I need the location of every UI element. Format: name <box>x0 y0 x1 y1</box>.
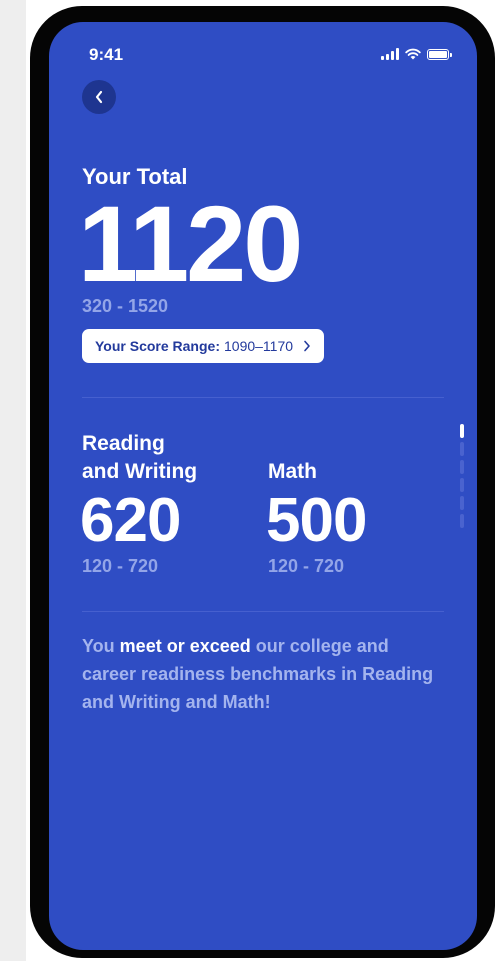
benchmark-message-emphasis: meet or exceed <box>119 636 251 656</box>
scroll-indicator-segment <box>460 514 464 528</box>
reading-writing-label-line2: and Writing <box>82 460 198 483</box>
scroll-indicator-segment <box>460 442 464 456</box>
wifi-icon <box>405 48 421 60</box>
divider <box>82 397 444 398</box>
app-screen: 9:41 Your Total 1120 320 - 1520 Your Sco… <box>49 22 477 950</box>
battery-icon <box>427 49 452 60</box>
phone-frame: 9:41 Your Total 1120 320 - 1520 Your Sco… <box>30 6 495 958</box>
section-scroll-indicator[interactable] <box>460 424 464 528</box>
total-score-scale: 320 - 1520 <box>82 296 169 316</box>
scroll-indicator-segment <box>460 496 464 510</box>
status-icons <box>381 48 452 60</box>
chevron-left-icon <box>95 90 103 104</box>
math-score: 500 <box>266 486 367 555</box>
math-scale: 120 - 720 <box>268 556 345 576</box>
total-score-value: 1120 <box>78 183 303 304</box>
benchmark-message: You meet or exceed our college and caree… <box>82 632 434 716</box>
reading-writing-scale: 120 - 720 <box>82 556 159 576</box>
status-time: 9:41 <box>89 45 124 64</box>
scroll-indicator-segment <box>460 460 464 474</box>
benchmark-message-start: You <box>82 636 120 656</box>
divider <box>82 611 444 612</box>
math-label-line1 <box>268 430 317 458</box>
back-button[interactable] <box>82 80 116 114</box>
score-range-button[interactable]: Your Score Range: 1090–1170 <box>82 329 325 363</box>
signal-icon <box>381 48 399 60</box>
scroll-indicator-segment-active <box>460 424 464 438</box>
math-label: Math <box>268 430 317 486</box>
scroll-indicator-segment <box>460 478 464 492</box>
score-range-label: Your Score Range: <box>95 338 220 354</box>
reading-writing-label: Reading and Writing <box>82 430 197 486</box>
chevron-right-icon <box>304 340 310 352</box>
math-label-line2: Math <box>268 460 317 483</box>
reading-writing-score: 620 <box>80 486 181 555</box>
reading-writing-label-line1: Reading <box>82 432 165 455</box>
score-range-value: 1090–1170 <box>224 338 294 354</box>
